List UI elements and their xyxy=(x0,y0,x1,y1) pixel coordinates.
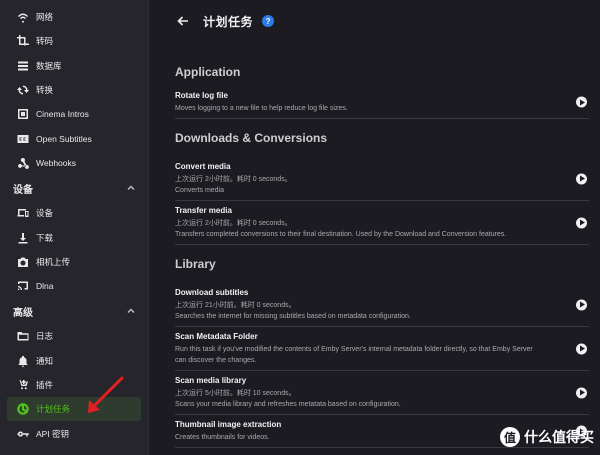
sidebar-item-label: Dlna xyxy=(36,281,54,292)
sync-icon xyxy=(16,83,30,97)
chevron-up-icon[interactable] xyxy=(126,183,136,193)
page-header: 计划任务 ? xyxy=(150,0,600,42)
sidebar-item-label: API 密钥 xyxy=(36,428,70,439)
sidebar-item[interactable]: 转码 xyxy=(0,29,148,53)
page-title: 计划任务 xyxy=(203,14,254,29)
task-name: Scan Metadata Folder xyxy=(175,332,258,341)
play-icon[interactable] xyxy=(576,299,587,310)
sidebar-item[interactable]: 网络 xyxy=(0,5,148,29)
wifi-icon xyxy=(16,10,30,24)
plugin-cart-icon xyxy=(16,378,30,392)
sidebar-item-label: 数据库 xyxy=(36,60,62,71)
nav-group-advanced: 日志通知插件计划任务 API 密钥 xyxy=(0,324,148,445)
play-icon[interactable] xyxy=(576,217,587,228)
sidebar-item[interactable]: 日志 xyxy=(0,324,148,348)
task-groups: Application Rotate log file Moves logging … xyxy=(150,42,600,448)
task-name: Download subtitles xyxy=(175,288,249,297)
sidebar-item[interactable]: 插件 xyxy=(0,373,148,397)
help-icon[interactable]: ? xyxy=(262,15,275,27)
sidebar-item[interactable]: Dlna xyxy=(0,274,148,298)
sidebar-item-label: 转码 xyxy=(36,36,54,47)
task-row[interactable]: Transfer media 上次运行 2小时前。耗时 0 seconds。 Tra… xyxy=(175,201,589,245)
task-name: Transfer media xyxy=(175,206,232,215)
clock-icon xyxy=(16,402,30,416)
task-row[interactable]: Rotate log file Moves logging to a new fi… xyxy=(175,86,589,119)
section-devices-label: 设备 xyxy=(13,184,33,196)
sidebar-item-label: Cinema Intros xyxy=(36,109,89,120)
task-detail: 上次运行 2小时前。耗时 0 seconds。 xyxy=(175,176,292,183)
cast-icon xyxy=(16,279,30,293)
section-devices[interactable]: 设备 xyxy=(0,175,148,201)
task-detail: 上次运行 5小时前。耗时 10 seconds。 xyxy=(175,390,296,397)
sidebar-item[interactable]: Webhooks xyxy=(0,151,148,175)
sidebar-item[interactable]: 计划任务 xyxy=(7,397,141,422)
watermark-logo: 值 xyxy=(500,427,520,447)
section-advanced[interactable]: 高级 xyxy=(0,298,148,324)
camera-icon xyxy=(16,255,30,269)
sidebar-item[interactable]: 通知 xyxy=(0,349,148,373)
task-detail: 上次运行 2小时前。耗时 0 seconds。 xyxy=(175,220,292,227)
task-detail: Moves logging to a new file to help redu… xyxy=(175,105,348,112)
sidebar-item-label: Webhooks xyxy=(36,157,77,168)
key-icon xyxy=(16,427,30,441)
devices-icon xyxy=(16,206,30,220)
group-title: Library xyxy=(175,257,216,271)
watermark-text: 什么值得买 xyxy=(524,429,594,445)
play-icon[interactable] xyxy=(576,387,587,398)
task-row[interactable]: Scan media library 上次运行 5小时前。耗时 10 second… xyxy=(175,371,589,415)
sidebar-item-label: 计划任务 xyxy=(36,404,71,415)
sidebar: 网络转码数据库转换 Cinema Intros Open Subtitles Webh… xyxy=(0,0,149,455)
closed-caption-icon xyxy=(16,132,30,146)
sidebar-item[interactable]: 数据库 xyxy=(0,54,148,78)
section-advanced-label: 高级 xyxy=(13,307,33,319)
sidebar-item-label: 插件 xyxy=(36,380,54,390)
play-icon[interactable] xyxy=(576,96,587,108)
sidebar-item-label: 相机上传 xyxy=(36,256,71,267)
sidebar-item-label: 通知 xyxy=(36,355,54,366)
sidebar-item[interactable]: 下载 xyxy=(0,225,148,249)
task-row[interactable]: Scan Metadata Folder Run this task if you… xyxy=(175,327,589,371)
nav-group-top: 网络转码数据库转换 Cinema Intros Open Subtitles Webh… xyxy=(0,0,148,175)
webhook-icon xyxy=(16,156,30,170)
sidebar-item[interactable]: API 密钥 xyxy=(0,421,148,445)
task-detail: Run this task if you've modified the con… xyxy=(175,346,533,353)
sidebar-item-label: 转换 xyxy=(36,85,54,96)
task-detail: Searches the internet for missing subtit… xyxy=(175,313,411,320)
main-panel: 计划任务 ? Application Rotate log file Moves l… xyxy=(150,0,600,455)
download-icon xyxy=(16,231,30,245)
database-icon xyxy=(16,59,30,73)
group-title: Application xyxy=(175,65,241,79)
task-detail: 上次运行 21小时前。耗时 0 seconds。 xyxy=(175,302,296,309)
sidebar-item[interactable]: 设备 xyxy=(0,201,148,225)
task-detail: Transfers completed conversions to their… xyxy=(175,231,507,238)
sidebar-item-label: 日志 xyxy=(36,331,54,342)
back-arrow-icon[interactable] xyxy=(176,14,190,28)
task-detail: Converts media xyxy=(175,187,225,194)
play-icon[interactable] xyxy=(576,343,587,354)
nav-group-devices: 设备下载相机上传 Dlna xyxy=(0,201,148,298)
play-icon[interactable] xyxy=(576,173,587,184)
sidebar-item[interactable]: Cinema Intros xyxy=(0,102,148,126)
task-name: Scan media library xyxy=(175,376,247,385)
task-name: Convert media xyxy=(175,162,231,171)
task-detail: Scans your media library and refreshes m… xyxy=(175,401,401,408)
film-icon xyxy=(16,107,30,121)
sidebar-item[interactable]: 相机上传 xyxy=(0,250,148,274)
sidebar-item[interactable]: 转换 xyxy=(0,78,148,102)
group-title: Downloads & Conversions xyxy=(175,131,328,145)
crop-icon xyxy=(16,34,30,48)
sidebar-item-label: 网络 xyxy=(36,12,54,23)
chevron-up-icon[interactable] xyxy=(126,306,136,316)
folder-icon xyxy=(16,329,30,343)
sidebar-item-label: Open Subtitles xyxy=(36,133,92,144)
watermark: 值 什么值得买 xyxy=(500,427,594,447)
sidebar-item-label: 下载 xyxy=(36,232,54,243)
sidebar-item-label: 设备 xyxy=(36,208,54,219)
task-row[interactable]: Download subtitles 上次运行 21小时前。耗时 0 second… xyxy=(175,283,589,327)
sidebar-item[interactable]: Open Subtitles xyxy=(0,126,148,150)
task-detail: can discover the changes. xyxy=(175,357,257,364)
task-name: Rotate log file xyxy=(175,91,228,100)
bell-icon xyxy=(16,354,30,368)
task-row[interactable]: Convert media 上次运行 2小时前。耗时 0 seconds。 Conv… xyxy=(175,157,589,201)
